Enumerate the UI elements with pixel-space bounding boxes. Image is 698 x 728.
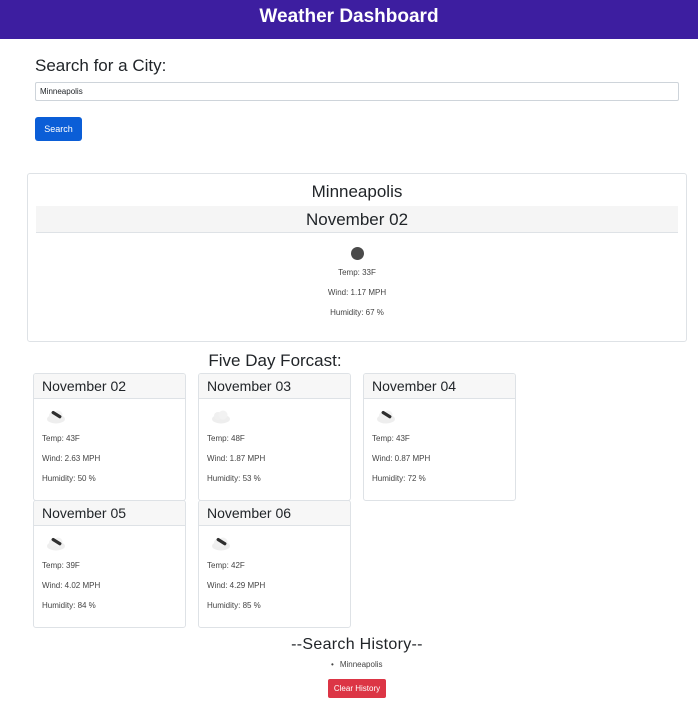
- search-button[interactable]: Search: [35, 117, 82, 141]
- forecast-wind: Wind: 4.02 MPH: [42, 581, 101, 590]
- cloud-icon: [209, 410, 231, 424]
- forecast-heading: Five Day Forcast:: [208, 351, 342, 370]
- cloud-rain-icon: [374, 410, 396, 424]
- forecast-temp: Temp: 42F: [207, 561, 245, 570]
- forecast-day-card: November 05 Temp: 39F Wind: 4.02 MPH Humidi…: [33, 500, 186, 628]
- forecast-wind: Wind: 1.87 MPH: [207, 454, 266, 463]
- cloud-rain-icon: [44, 537, 66, 551]
- city-search-input[interactable]: [35, 82, 679, 101]
- forecast-humidity: Humidity: 50 %: [42, 474, 96, 483]
- search-history-list: Minneapolis: [331, 660, 383, 669]
- forecast-date: November 03: [199, 374, 350, 399]
- forecast-humidity: Humidity: 53 %: [207, 474, 261, 483]
- current-temp: Temp: 33F: [338, 268, 376, 277]
- forecast-date: November 02: [34, 374, 185, 399]
- forecast-humidity: Humidity: 84 %: [42, 601, 96, 610]
- forecast-date: November 06: [199, 501, 350, 526]
- app-title: Weather Dashboard: [259, 6, 439, 27]
- forecast-day-card: November 04 Temp: 43F Wind: 0.87 MPH Humidi…: [363, 373, 516, 501]
- forecast-temp: Temp: 48F: [207, 434, 245, 443]
- current-wind: Wind: 1.17 MPH: [327, 288, 387, 297]
- clear-history-button[interactable]: Clear History: [328, 679, 386, 698]
- forecast-humidity: Humidity: 72 %: [372, 474, 426, 483]
- forecast-temp: Temp: 43F: [372, 434, 410, 443]
- forecast-wind: Wind: 4.29 MPH: [207, 581, 266, 590]
- search-heading: Search for a City:: [35, 56, 167, 75]
- forecast-temp: Temp: 43F: [42, 434, 80, 443]
- forecast-wind: Wind: 0.87 MPH: [372, 454, 431, 463]
- forecast-humidity: Humidity: 85 %: [207, 601, 261, 610]
- forecast-date: November 05: [34, 501, 185, 526]
- history-item[interactable]: Minneapolis: [331, 660, 383, 669]
- current-city-name: Minneapolis: [311, 182, 403, 201]
- forecast-day-card: November 03 Temp: 48F Wind: 1.87 MPH Humidi…: [198, 373, 351, 501]
- forecast-wind: Wind: 2.63 MPH: [42, 454, 101, 463]
- search-history-heading: --Search History--: [291, 636, 423, 653]
- cloud-rain-icon: [44, 410, 66, 424]
- current-weather-card: Minneapolis November 02 Temp: 33F Wind: …: [27, 173, 687, 342]
- forecast-date: November 04: [364, 374, 515, 399]
- dark-moon-icon: [351, 247, 364, 260]
- forecast-day-card: November 06 Temp: 42F Wind: 4.29 MPH Humidi…: [198, 500, 351, 628]
- current-humidity: Humidity: 67 %: [330, 308, 384, 317]
- current-date: November 02: [36, 206, 678, 233]
- forecast-temp: Temp: 39F: [42, 561, 80, 570]
- cloud-rain-icon: [209, 537, 231, 551]
- app-header: Weather Dashboard: [0, 0, 698, 39]
- forecast-day-card: November 02 Temp: 43F Wind: 2.63 MPH Humidi…: [33, 373, 186, 501]
